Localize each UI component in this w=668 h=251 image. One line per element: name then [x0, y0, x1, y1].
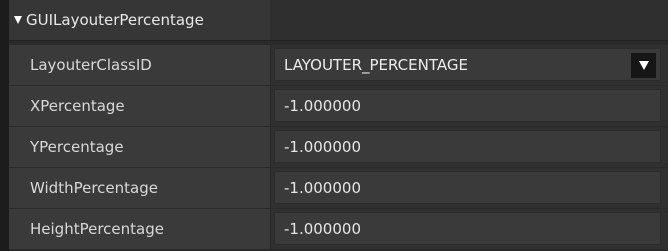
property-label-cell: LayouterClassID: [9, 45, 270, 85]
property-label: YPercentage: [30, 138, 124, 156]
property-label-cell: XPercentage: [9, 86, 270, 126]
property-row-width-percentage: WidthPercentage -1.000000: [9, 168, 668, 208]
property-value-cell: -1.000000: [271, 209, 668, 249]
property-label: HeightPercentage: [30, 220, 164, 238]
property-label: LayouterClassID: [30, 56, 152, 74]
property-row-layouter-class-id: LayouterClassID LAYOUTER_PERCENTAGE: [9, 45, 668, 85]
section-header-toggle[interactable]: GUILayouterPercentage: [9, 0, 270, 40]
property-label-cell: YPercentage: [9, 127, 270, 167]
property-label: WidthPercentage: [30, 179, 158, 197]
property-list: LayouterClassID LAYOUTER_PERCENTAGE XPer…: [9, 45, 668, 250]
height-percentage-input[interactable]: -1.000000: [274, 212, 661, 245]
property-label: XPercentage: [30, 97, 125, 115]
panel-gutter: [0, 0, 9, 251]
property-value-cell: -1.000000: [271, 168, 668, 208]
property-value-cell: LAYOUTER_PERCENTAGE: [271, 45, 668, 85]
dropdown-selected-value: LAYOUTER_PERCENTAGE: [284, 55, 468, 74]
x-percentage-input[interactable]: -1.000000: [274, 89, 661, 122]
property-label-cell: HeightPercentage: [9, 209, 270, 249]
property-value-cell: -1.000000: [271, 86, 668, 126]
width-percentage-input[interactable]: -1.000000: [274, 171, 661, 204]
property-row-x-percentage: XPercentage -1.000000: [9, 86, 668, 126]
property-label-cell: WidthPercentage: [9, 168, 270, 208]
collapse-triangle-icon[interactable]: [14, 16, 22, 24]
layouter-class-id-dropdown[interactable]: LAYOUTER_PERCENTAGE: [274, 48, 661, 81]
section-header: GUILayouterPercentage: [9, 0, 668, 41]
property-value-cell: -1.000000: [271, 127, 668, 167]
y-percentage-input[interactable]: -1.000000: [274, 130, 661, 163]
dropdown-arrow-icon: [638, 61, 649, 70]
dropdown-button[interactable]: [631, 53, 656, 78]
property-panel: GUILayouterPercentage LayouterClassID LA…: [0, 0, 668, 251]
property-row-height-percentage: HeightPercentage -1.000000: [9, 209, 668, 249]
property-row-y-percentage: YPercentage -1.000000: [9, 127, 668, 167]
section-title: GUILayouterPercentage: [26, 11, 204, 29]
